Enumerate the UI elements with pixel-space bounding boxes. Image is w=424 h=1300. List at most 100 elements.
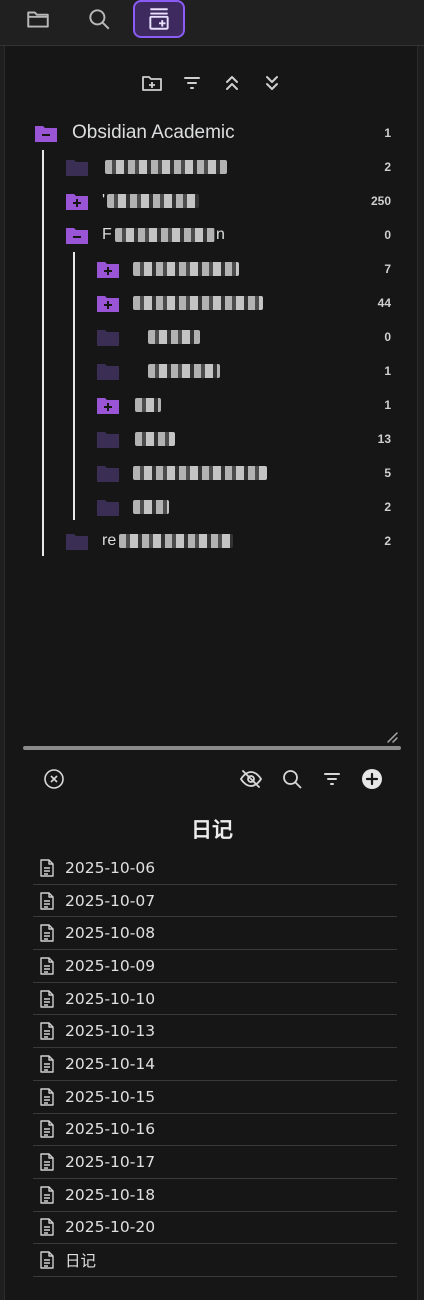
close-button[interactable] — [39, 764, 69, 794]
folder-expand-icon — [97, 396, 119, 414]
folder-row[interactable]: 2 — [5, 492, 419, 522]
new-folder-button[interactable] — [139, 68, 165, 98]
folder-tree: Obsidian Academic 1 2 ' 250 F n 0 7 44 0… — [5, 114, 419, 614]
file-item[interactable]: 2025-10-13 — [33, 1015, 397, 1049]
file-text-icon — [39, 1021, 59, 1041]
folder-icon — [97, 464, 119, 482]
file-name: 2025-10-13 — [65, 1022, 156, 1041]
folder-row-root[interactable]: Obsidian Academic 1 — [5, 118, 419, 148]
file-item[interactable]: 2025-10-16 — [33, 1114, 397, 1147]
file-item[interactable]: 2025-10-15 — [33, 1081, 397, 1114]
redacted-folder-name — [133, 296, 263, 310]
file-text-icon — [39, 1250, 59, 1270]
folder-count: 2 — [384, 160, 391, 174]
file-text-icon — [39, 1217, 59, 1237]
file-text-icon — [39, 1087, 59, 1107]
folder-name: re — [102, 532, 117, 549]
file-item[interactable]: 2025-10-14 — [33, 1048, 397, 1081]
folder-row[interactable]: 0 — [5, 322, 419, 352]
folder-row[interactable]: ' 250 — [5, 186, 419, 216]
file-text-icon — [39, 1119, 59, 1139]
folder-row[interactable]: 44 — [5, 288, 419, 318]
folder-count: 2 — [384, 534, 391, 548]
redacted-folder-name — [119, 534, 233, 548]
filter-button[interactable] — [317, 764, 347, 794]
folder-count: 2 — [384, 500, 391, 514]
folder-row[interactable]: 1 — [5, 390, 419, 420]
file-text-icon — [39, 923, 59, 943]
file-name: 2025-10-07 — [65, 891, 156, 910]
search-icon — [283, 770, 302, 789]
folder-row[interactable]: 1 — [5, 356, 419, 386]
close-circle-icon — [44, 769, 64, 789]
folder-icon — [97, 328, 119, 346]
folder-collapse-icon — [66, 226, 88, 244]
note-stack-plus-icon — [149, 8, 169, 30]
file-name: 2025-10-08 — [65, 924, 156, 943]
redacted-folder-name — [148, 330, 200, 344]
file-item[interactable]: 2025-10-17 — [33, 1146, 397, 1179]
file-item[interactable]: 2025-10-07 — [33, 885, 397, 918]
add-circle-icon — [362, 769, 382, 789]
file-item[interactable]: 2025-10-20 — [33, 1212, 397, 1245]
folder-expand-icon — [97, 294, 119, 312]
file-text-icon — [39, 858, 59, 878]
file-item[interactable]: 2025-10-06 — [33, 852, 397, 885]
pane-splitter[interactable] — [23, 746, 401, 750]
folder-toolbar — [5, 68, 419, 102]
file-item[interactable]: 2025-10-10 — [33, 983, 397, 1016]
file-text-icon — [39, 956, 59, 976]
folder-expand-icon — [97, 260, 119, 278]
file-item[interactable]: 2025-10-18 — [33, 1179, 397, 1212]
collapse-all-button[interactable] — [219, 68, 245, 98]
folder-icon — [97, 498, 119, 516]
eye-off-icon — [239, 770, 263, 788]
file-list: 2025-10-06 2025-10-07 2025-10-08 2025-10… — [33, 852, 397, 1277]
resize-handle-icon[interactable] — [385, 730, 399, 744]
file-text-icon — [39, 989, 59, 1009]
redacted-folder-name — [107, 194, 199, 208]
folder-row[interactable]: 2 — [5, 152, 419, 182]
file-text-icon — [39, 1054, 59, 1074]
file-item[interactable]: 2025-10-09 — [33, 950, 397, 983]
folder-row[interactable]: 13 — [5, 424, 419, 454]
expand-all-button[interactable] — [259, 68, 285, 98]
search-tab[interactable] — [73, 0, 125, 38]
file-text-icon — [39, 891, 59, 911]
folder-title: 日记 — [191, 818, 233, 842]
folder-icon — [97, 430, 119, 448]
expand-all-icon — [266, 76, 278, 90]
folder-row[interactable]: 5 — [5, 458, 419, 488]
redacted-folder-name — [133, 500, 169, 514]
folder-row[interactable]: 7 — [5, 254, 419, 284]
files-tab[interactable] — [12, 0, 64, 38]
file-name: 日记 — [65, 1252, 97, 1271]
folder-row[interactable]: re 2 — [5, 526, 419, 556]
file-name: 2025-10-17 — [65, 1153, 156, 1172]
folder-row[interactable]: F n 0 — [5, 220, 419, 250]
folder-count: 1 — [384, 126, 391, 140]
file-name: 2025-10-18 — [65, 1185, 156, 1204]
folder-count: 0 — [384, 228, 391, 242]
filter-icon — [324, 773, 340, 785]
sort-icon — [184, 77, 200, 89]
toggle-hidden-button[interactable] — [236, 764, 266, 794]
folder-count: 13 — [377, 432, 391, 446]
folder-name: F — [102, 226, 112, 243]
redacted-folder-name — [115, 228, 215, 242]
notebook-navigator-tab[interactable] — [133, 0, 185, 38]
file-name: 2025-10-09 — [65, 956, 156, 975]
file-text-icon — [39, 1185, 59, 1205]
folder-name: ' — [102, 192, 106, 209]
file-item[interactable]: 日记 — [33, 1244, 397, 1277]
file-name: 2025-10-06 — [65, 858, 156, 877]
sort-button[interactable] — [179, 68, 205, 98]
search-files-button[interactable] — [277, 764, 307, 794]
folder-count: 5 — [384, 466, 391, 480]
folder-expand-icon — [66, 192, 88, 210]
file-item[interactable]: 2025-10-08 — [33, 917, 397, 951]
folder-name: Obsidian Academic — [72, 122, 235, 143]
new-note-button[interactable] — [357, 764, 387, 794]
file-name: 2025-10-16 — [65, 1120, 156, 1139]
folder-count: 250 — [370, 194, 391, 208]
